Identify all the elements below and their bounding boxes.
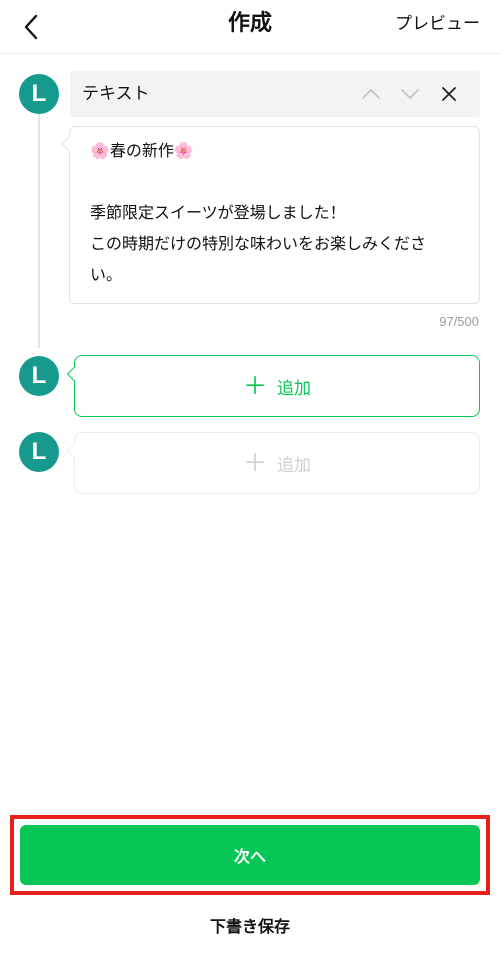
next-button[interactable]: 次へ bbox=[20, 825, 480, 885]
avatar: L bbox=[19, 432, 59, 472]
move-down-button[interactable] bbox=[395, 79, 425, 109]
bubble-tail bbox=[66, 443, 82, 459]
chevron-up-icon bbox=[362, 89, 380, 99]
delete-block-button[interactable] bbox=[434, 79, 464, 109]
character-counter: 97/500 bbox=[439, 314, 479, 329]
save-draft-button[interactable]: 下書き保存 bbox=[0, 913, 500, 937]
timeline-line bbox=[38, 108, 40, 348]
close-icon bbox=[442, 87, 456, 101]
avatar: L bbox=[19, 74, 59, 114]
chevron-down-icon bbox=[401, 89, 419, 99]
add-block-button-disabled: ＋ 追加 bbox=[66, 432, 480, 494]
bubble-tail bbox=[61, 136, 77, 152]
header: 作成 プレビュー bbox=[0, 0, 500, 54]
add-block-button[interactable]: ＋ 追加 bbox=[66, 355, 480, 417]
plus-icon: ＋ bbox=[243, 449, 267, 477]
bubble-tail bbox=[66, 366, 82, 382]
plus-icon: ＋ bbox=[243, 372, 267, 400]
preview-button[interactable]: プレビュー bbox=[395, 13, 480, 35]
avatar: L bbox=[19, 356, 59, 396]
move-up-button[interactable] bbox=[356, 79, 386, 109]
block-type-label: テキスト bbox=[82, 84, 150, 104]
text-block-header: テキスト bbox=[70, 71, 480, 117]
message-text-area[interactable]: 🌸春の新作🌸 季節限定スイーツが登場しました！ この時期だけの特別な味わいをお楽… bbox=[61, 126, 480, 304]
add-label: 追加 bbox=[277, 378, 311, 399]
message-text[interactable]: 🌸春の新作🌸 季節限定スイーツが登場しました！ この時期だけの特別な味わいをお楽… bbox=[90, 135, 463, 290]
add-label: 追加 bbox=[277, 455, 311, 476]
